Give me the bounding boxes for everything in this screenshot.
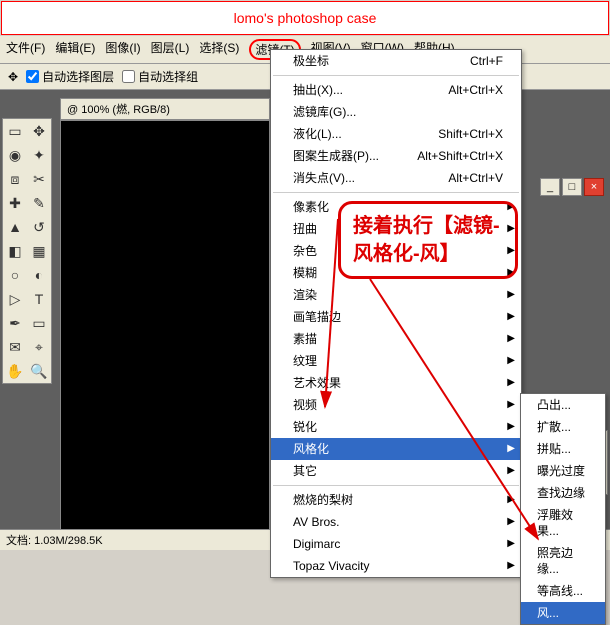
stylize-item[interactable]: 等高线...: [521, 580, 605, 602]
maximize-button[interactable]: □: [562, 178, 582, 196]
lasso-tool[interactable]: ◉: [3, 143, 27, 167]
filter-menu: 极坐标 Ctrl+F 抽出(X)...Alt+Ctrl+X滤镜库(G)...液化…: [270, 49, 522, 578]
filter-category[interactable]: 艺术效果▶: [271, 372, 521, 394]
filter-category[interactable]: 视频▶: [271, 394, 521, 416]
stylize-item[interactable]: 浮雕效果...: [521, 504, 605, 542]
menu-image[interactable]: 图像(I): [105, 39, 140, 60]
canvas[interactable]: [60, 120, 270, 550]
submenu-arrow-icon: ▶: [507, 514, 515, 530]
type-tool[interactable]: T: [27, 287, 51, 311]
auto-select-layer[interactable]: 自动选择图层: [26, 68, 114, 85]
brush-tool[interactable]: ✎: [27, 191, 51, 215]
submenu-arrow-icon: ▶: [507, 287, 515, 303]
stamp-tool[interactable]: ▲: [3, 215, 27, 239]
filter-item[interactable]: 图案生成器(P)...Alt+Shift+Ctrl+X: [271, 145, 521, 167]
path-tool[interactable]: ▷: [3, 287, 27, 311]
filter-item[interactable]: 消失点(V)...Alt+Ctrl+V: [271, 167, 521, 189]
menu-separator: [273, 75, 519, 76]
toolbox: ▭ ✥ ◉ ✦ ⧈ ✂ ✚ ✎ ▲ ↺ ◧ ▦ ○ ◐ ▷ T ✒ ▭ ✉ ⌖ …: [2, 118, 52, 384]
filter-category[interactable]: 其它▶: [271, 460, 521, 482]
submenu-arrow-icon: ▶: [507, 558, 515, 574]
move-tool-icon: ✥: [8, 70, 18, 84]
document-title: @ 100% (燃, RGB/8): [60, 98, 270, 120]
filter-category[interactable]: 素描▶: [271, 328, 521, 350]
filter-category[interactable]: 渲染▶: [271, 284, 521, 306]
stylize-item[interactable]: 凸出...: [521, 394, 605, 416]
submenu-arrow-icon: ▶: [507, 331, 515, 347]
stylize-item[interactable]: 照亮边缘...: [521, 542, 605, 580]
stylize-wind[interactable]: 风...: [521, 602, 605, 624]
stylize-item[interactable]: 拼贴...: [521, 438, 605, 460]
filter-plugin[interactable]: AV Bros.▶: [271, 511, 521, 533]
filter-item[interactable]: 滤镜库(G)...: [271, 101, 521, 123]
auto-select-layer-checkbox[interactable]: [26, 70, 39, 83]
menu-separator: [273, 192, 519, 193]
auto-select-layer-label: 自动选择图层: [42, 68, 114, 85]
filter-category[interactable]: 纹理▶: [271, 350, 521, 372]
crop-tool[interactable]: ⧈: [3, 167, 27, 191]
gradient-tool[interactable]: ▦: [27, 239, 51, 263]
filter-last-label: 极坐标: [293, 53, 329, 69]
submenu-arrow-icon: ▶: [507, 441, 515, 457]
stylize-item[interactable]: 曝光过度: [521, 460, 605, 482]
close-button[interactable]: ×: [584, 178, 604, 196]
blur-tool[interactable]: ○: [3, 263, 27, 287]
document-window: @ 100% (燃, RGB/8): [60, 98, 270, 550]
history-brush-tool[interactable]: ↺: [27, 215, 51, 239]
slice-tool[interactable]: ✂: [27, 167, 51, 191]
eraser-tool[interactable]: ◧: [3, 239, 27, 263]
menu-select[interactable]: 选择(S): [199, 39, 239, 60]
submenu-arrow-icon: ▶: [507, 536, 515, 552]
title-banner: lomo's photoshop case: [1, 1, 609, 35]
submenu-arrow-icon: ▶: [507, 463, 515, 479]
shape-tool[interactable]: ▭: [27, 311, 51, 335]
submenu-arrow-icon: ▶: [507, 309, 515, 325]
submenu-arrow-icon: ▶: [507, 353, 515, 369]
menu-file[interactable]: 文件(F): [6, 39, 45, 60]
menu-edit[interactable]: 编辑(E): [55, 39, 95, 60]
stylize-item[interactable]: 查找边缘: [521, 482, 605, 504]
filter-stylize[interactable]: 风格化▶: [271, 438, 521, 460]
zoom-tool[interactable]: 🔍: [27, 359, 51, 383]
menu-layer[interactable]: 图层(L): [151, 39, 190, 60]
move-tool[interactable]: ✥: [27, 119, 51, 143]
filter-category[interactable]: 锐化▶: [271, 416, 521, 438]
window-controls: _ □ ×: [540, 178, 604, 196]
stylize-submenu: 凸出...扩散...拼贴...曝光过度查找边缘浮雕效果...照亮边缘...等高线…: [520, 393, 606, 625]
wand-tool[interactable]: ✦: [27, 143, 51, 167]
filter-last[interactable]: 极坐标 Ctrl+F: [271, 50, 521, 72]
heal-tool[interactable]: ✚: [3, 191, 27, 215]
hand-tool[interactable]: ✋: [3, 359, 27, 383]
menu-separator: [273, 485, 519, 486]
filter-item[interactable]: 抽出(X)...Alt+Ctrl+X: [271, 79, 521, 101]
filter-plugin[interactable]: 燃烧的梨树▶: [271, 489, 521, 511]
annotation-callout: 接着执行【滤镜-风格化-风】: [338, 201, 518, 279]
notes-tool[interactable]: ✉: [3, 335, 27, 359]
filter-plugin[interactable]: Digimarc▶: [271, 533, 521, 555]
auto-select-group-checkbox[interactable]: [122, 70, 135, 83]
submenu-arrow-icon: ▶: [507, 375, 515, 391]
submenu-arrow-icon: ▶: [507, 419, 515, 435]
minimize-button[interactable]: _: [540, 178, 560, 196]
dodge-tool[interactable]: ◐: [27, 263, 51, 287]
auto-select-group-label: 自动选择组: [138, 68, 198, 85]
filter-last-shortcut: Ctrl+F: [470, 53, 503, 69]
eyedropper-tool[interactable]: ⌖: [27, 335, 51, 359]
marquee-tool[interactable]: ▭: [3, 119, 27, 143]
filter-category[interactable]: 画笔描边▶: [271, 306, 521, 328]
filter-item[interactable]: 液化(L)...Shift+Ctrl+X: [271, 123, 521, 145]
pen-tool[interactable]: ✒: [3, 311, 27, 335]
auto-select-group[interactable]: 自动选择组: [122, 68, 198, 85]
submenu-arrow-icon: ▶: [507, 492, 515, 508]
stylize-item[interactable]: 扩散...: [521, 416, 605, 438]
filter-plugin[interactable]: Topaz Vivacity▶: [271, 555, 521, 577]
submenu-arrow-icon: ▶: [507, 397, 515, 413]
